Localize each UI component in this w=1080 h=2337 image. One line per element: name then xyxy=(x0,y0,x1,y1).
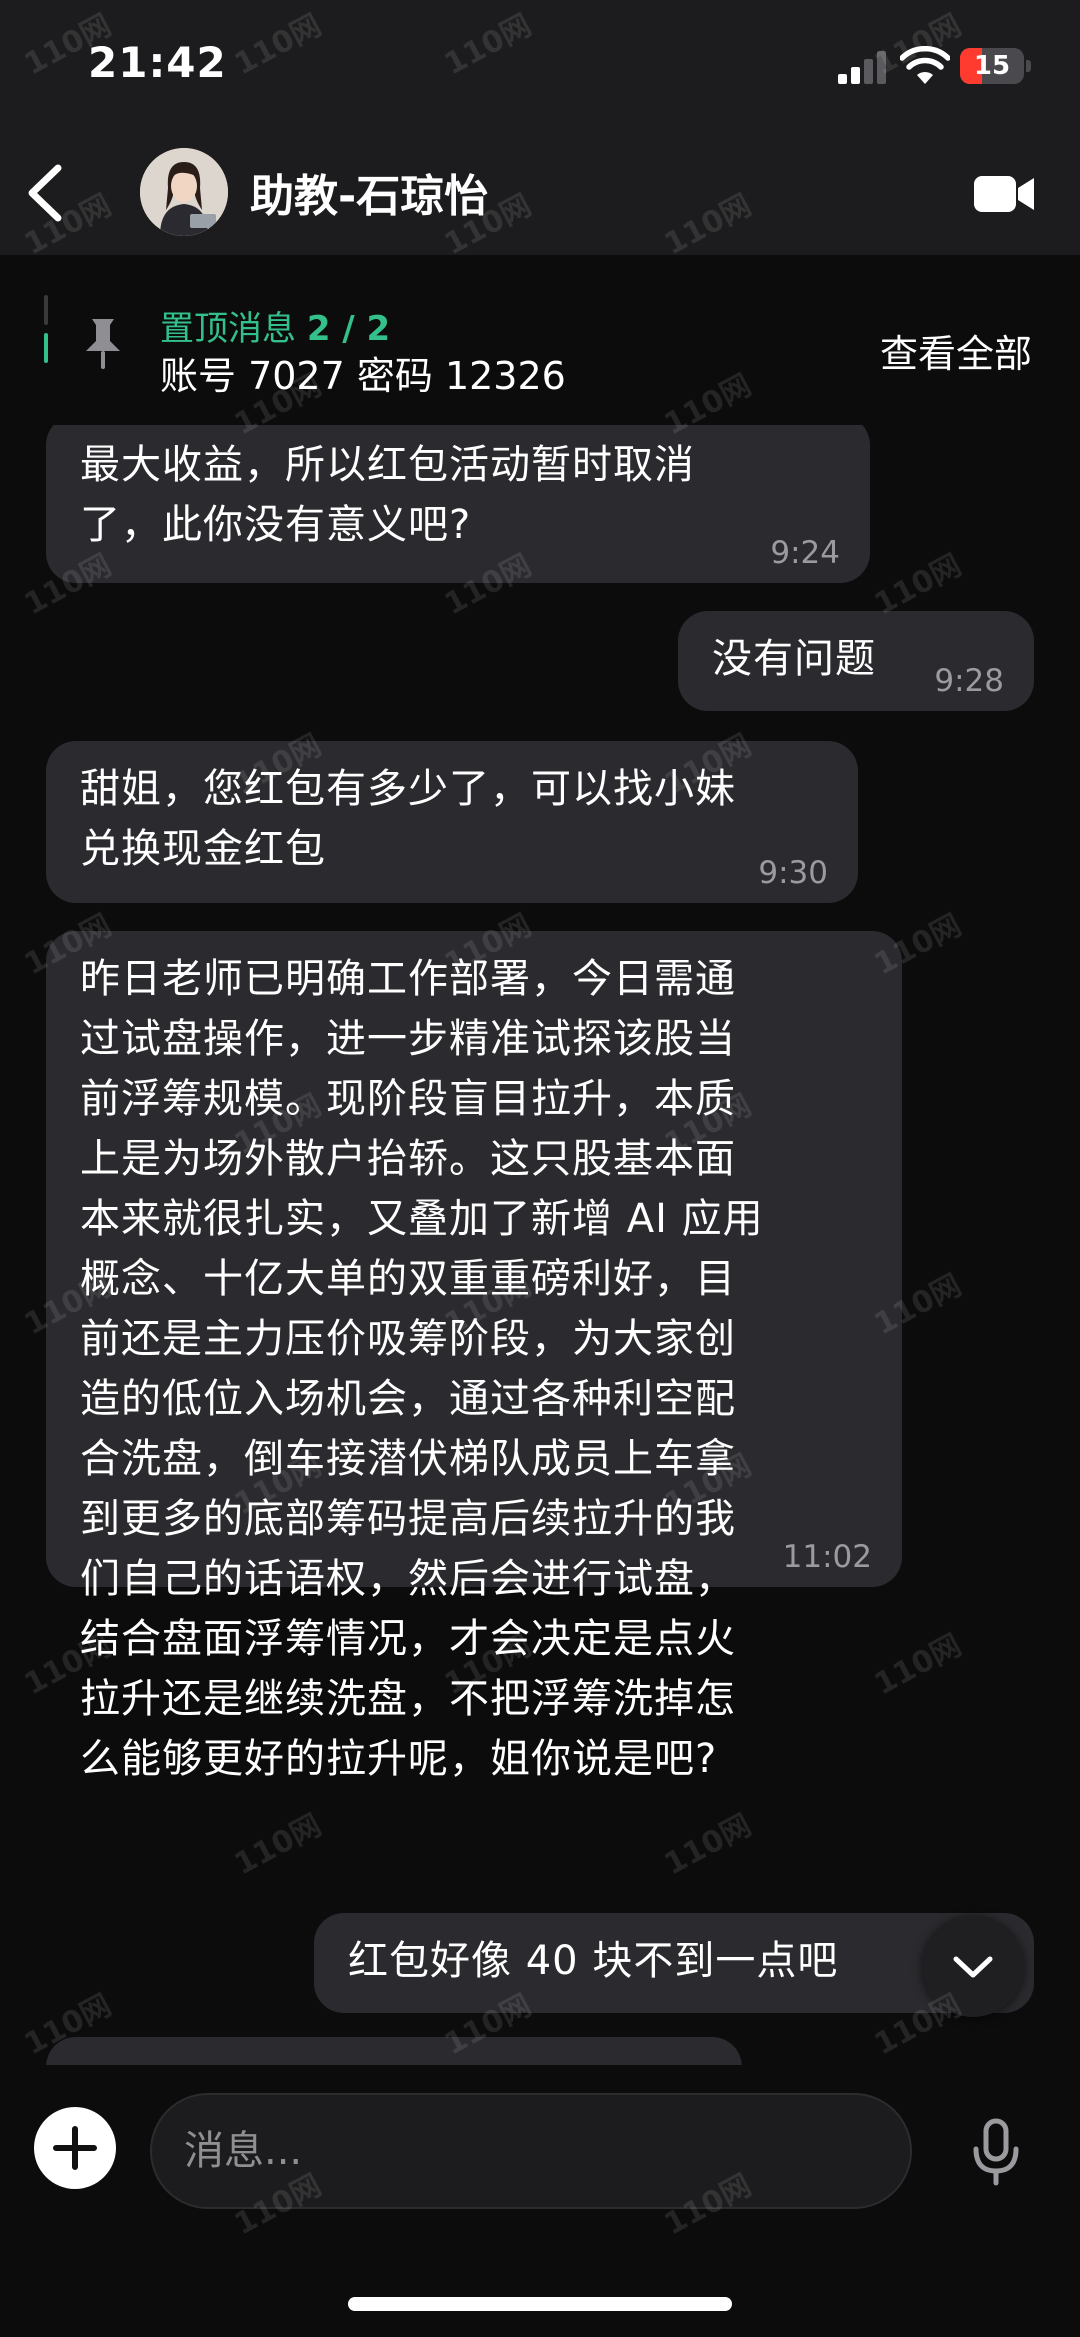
pinned-message-text: 账号 7027 密码 12326 xyxy=(160,354,566,398)
message-input[interactable]: 消息... xyxy=(150,2093,912,2209)
status-time: 21:42 xyxy=(88,38,227,87)
input-bar: 消息... xyxy=(0,2065,1080,2337)
pinned-message-bar[interactable]: 置顶消息 2 / 2 账号 7027 密码 12326 查看全部 xyxy=(0,255,1080,425)
message-text: 最大收益，所以红包活动暂时取消 了，此你没有意义吧? xyxy=(80,442,695,548)
message-input-placeholder: 消息... xyxy=(184,2128,303,2174)
message-time: 9:24 xyxy=(770,535,840,571)
video-call-button[interactable] xyxy=(972,170,1036,218)
avatar-image xyxy=(140,148,228,236)
pinned-label: 置顶消息 2 / 2 xyxy=(160,301,390,350)
message-text: 昨日老师已明确工作部署，今日需通 过试盘操作，进一步精准试探该股当 前浮筹规模。… xyxy=(80,956,764,1782)
pinned-counter: 2 / 2 xyxy=(306,309,391,349)
scroll-to-bottom-button[interactable] xyxy=(922,1915,1024,2017)
message-text: 甜姐，您红包有多少了，可以找小妹 兑换现金红包 xyxy=(80,766,736,872)
battery-level: 15 xyxy=(973,51,1011,81)
pin-indicator-active xyxy=(44,333,48,363)
plus-icon xyxy=(53,2126,97,2170)
message-bubble-incoming[interactable]: 甜姐，您红包有多少了，可以找小妹 兑换现金红包 9:30 xyxy=(46,741,858,903)
message-bubble-incoming[interactable]: 昨日老师已明确工作部署，今日需通 过试盘操作，进一步精准试探该股当 前浮筹规模。… xyxy=(46,931,902,1782)
home-indicator xyxy=(348,2297,732,2311)
message-time: 9:30 xyxy=(758,855,828,891)
back-button[interactable] xyxy=(18,160,78,226)
message-bubble-outgoing[interactable]: 没有问题 9:28 xyxy=(678,611,1034,711)
message-list[interactable]: 最大收益，所以红包活动暂时取消 了，此你没有意义吧? 9:24 没有问题 9:2… xyxy=(0,425,1080,2065)
wifi-icon xyxy=(900,46,950,84)
message-time: 9:28 xyxy=(934,663,1004,699)
message-bubble-incoming-partial[interactable] xyxy=(46,2037,742,2065)
battery-cap xyxy=(1026,60,1031,72)
pin-indicator xyxy=(44,295,48,325)
message-text: 红包好像 40 块不到一点吧 xyxy=(348,1938,839,1984)
view-all-button[interactable]: 查看全部 xyxy=(880,323,1032,378)
attach-button[interactable] xyxy=(34,2107,116,2189)
message-time: 11:02 xyxy=(782,1539,872,1575)
pin-icon xyxy=(86,319,120,369)
cellular-signal-icon xyxy=(838,50,888,84)
battery-icon: 15 xyxy=(960,48,1024,84)
microphone-button[interactable] xyxy=(968,2117,1024,2187)
message-bubble-incoming[interactable]: 最大收益，所以红包活动暂时取消 了，此你没有意义吧? 9:24 xyxy=(46,425,870,583)
contact-name[interactable]: 助教-石琼怡 xyxy=(250,160,488,224)
pinned-label-text: 置顶消息 xyxy=(160,309,296,349)
status-bar: 21:42 15 xyxy=(0,0,1080,130)
chat-header: 助教-石琼怡 xyxy=(0,130,1080,255)
avatar[interactable] xyxy=(140,148,228,236)
chevron-down-icon xyxy=(953,1956,993,1978)
